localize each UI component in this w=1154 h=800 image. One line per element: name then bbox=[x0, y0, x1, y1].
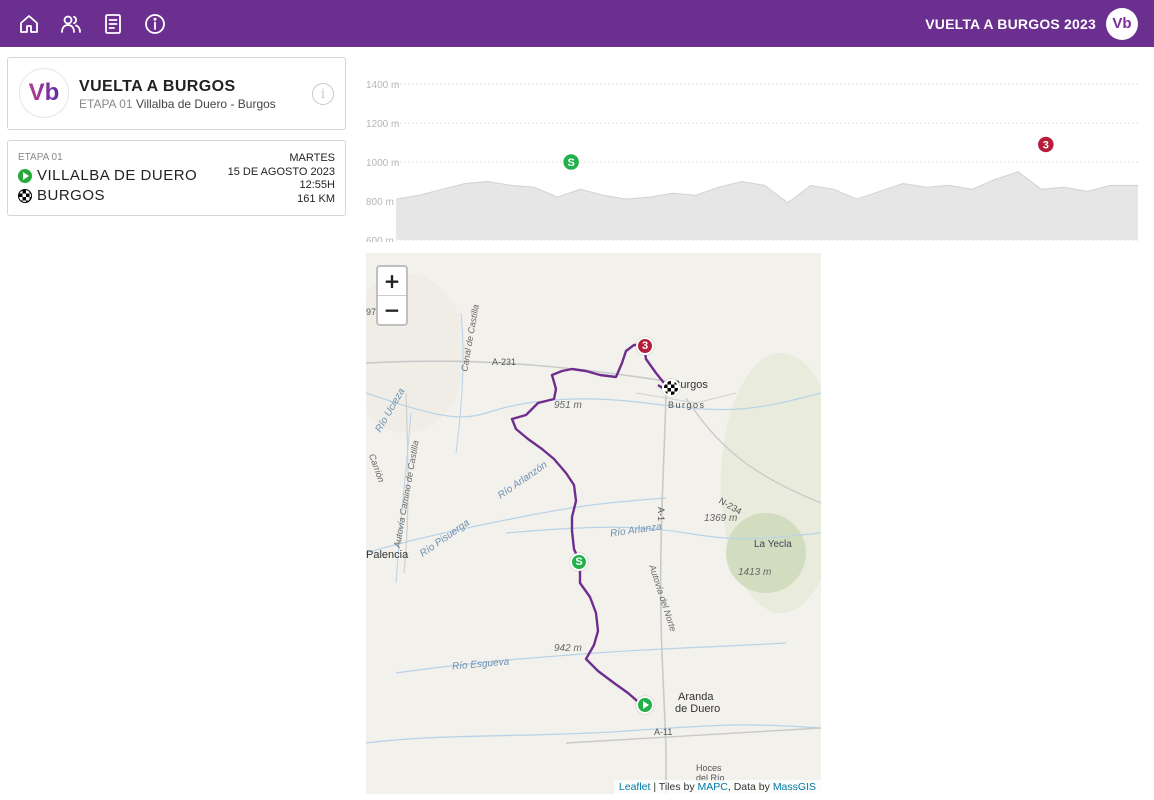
elevation-profile-svg: 1400 m 1200 m 1000 m 800 m 600 m S 3 bbox=[366, 80, 1138, 242]
attribution-text-1: | Tiles by bbox=[650, 781, 698, 793]
map-attribution: Leaflet | Tiles by MAPC, Data by MassGIS bbox=[613, 780, 821, 794]
zoom-out-button[interactable]: − bbox=[378, 295, 406, 323]
profile-tick-label: 1400 m bbox=[366, 80, 399, 91]
stage-label: ETAPA 01 bbox=[18, 152, 63, 163]
map-label-951: 951 m bbox=[554, 400, 582, 411]
map-label-palencia: Palencia bbox=[366, 549, 409, 561]
stage-meta: MARTES 15 DE AGOSTO 2023 12:55H 161 KM bbox=[228, 152, 335, 206]
leaflet-link[interactable]: Leaflet bbox=[619, 781, 651, 793]
stage-start: VILLALBA DE DUERO bbox=[18, 167, 197, 184]
start-play-icon bbox=[18, 168, 32, 183]
profile-tick-label: 1200 m bbox=[366, 119, 399, 130]
top-navigation-bar: VUELTA A BURGOS 2023 Vb bbox=[0, 0, 1154, 47]
map-label-942: 942 m bbox=[554, 643, 582, 654]
map-label-1413: 1413 m bbox=[738, 567, 772, 578]
mapc-link[interactable]: MAPC bbox=[698, 781, 728, 793]
race-name: VUELTA A BURGOS bbox=[79, 78, 236, 95]
profile-marker-label: 3 bbox=[1043, 139, 1049, 151]
info-icon[interactable] bbox=[141, 10, 169, 38]
race-info-button[interactable]: i bbox=[312, 83, 334, 105]
map-label-a231: A-231 bbox=[492, 357, 517, 367]
route-map[interactable]: Burgos Burgos Aranda de Duero Palencia L… bbox=[366, 253, 821, 794]
stage-date: 15 DE AGOSTO 2023 bbox=[227, 165, 335, 178]
stage-day: MARTES bbox=[289, 152, 335, 164]
start-play-icon bbox=[643, 701, 649, 709]
map-label-burgos-2: Burgos bbox=[668, 400, 706, 410]
finish-flag-marker[interactable] bbox=[662, 379, 680, 397]
map-label-a1: A-1 bbox=[656, 506, 667, 522]
sprint-marker[interactable]: S bbox=[570, 553, 588, 571]
elevation-profile-chart: 1400 m 1200 m 1000 m 800 m 600 m S 3 bbox=[366, 68, 1138, 242]
brand-title: VUELTA A BURGOS 2023 bbox=[925, 15, 1096, 32]
map-base bbox=[366, 273, 821, 794]
attribution-text-2: , Data by bbox=[727, 781, 773, 793]
map-label-la-yecla: La Yecla bbox=[754, 539, 792, 550]
zoom-control: + − bbox=[376, 265, 408, 326]
map-label-hoces: Hoces bbox=[696, 763, 722, 773]
map-label-1369: 1369 m bbox=[704, 513, 738, 524]
document-icon[interactable] bbox=[99, 10, 127, 38]
map-label-a11: A-11 bbox=[654, 727, 673, 737]
map-label-aranda: Aranda bbox=[678, 691, 714, 703]
massgis-link[interactable]: MassGIS bbox=[773, 781, 816, 793]
profile-tick-label: 800 m bbox=[366, 197, 394, 208]
race-header-card: Vb VUELTA A BURGOS ETAPA 01 Villalba de … bbox=[7, 57, 346, 130]
stage-time: 12:55H bbox=[299, 179, 335, 191]
stage-start-name: VILLALBA DE DUERO bbox=[37, 167, 198, 184]
race-stage-subtitle: ETAPA 01 Villalba de Duero - Burgos bbox=[79, 97, 276, 111]
map-label-de-duero: de Duero bbox=[675, 703, 721, 715]
brand: VUELTA A BURGOS 2023 Vb bbox=[925, 0, 1138, 47]
profile-marker-S[interactable]: S bbox=[561, 152, 581, 172]
start-marker[interactable] bbox=[636, 696, 654, 714]
profile-area bbox=[396, 171, 1138, 240]
profile-marker-label: S bbox=[567, 157, 574, 169]
profile-marker-3[interactable]: 3 bbox=[1036, 135, 1056, 154]
stage-details-card: ETAPA 01 VILLALBA DE DUERO BURGOS MARTES… bbox=[7, 140, 346, 216]
finish-flag-icon bbox=[18, 188, 32, 203]
stage-finish: BURGOS bbox=[18, 187, 105, 204]
race-logo: Vb bbox=[19, 68, 69, 118]
stage-route: Villalba de Duero - Burgos bbox=[135, 97, 276, 111]
profile-tick-label: 600 m bbox=[366, 236, 394, 242]
kom-marker[interactable]: 3 bbox=[636, 337, 654, 355]
zoom-in-button[interactable]: + bbox=[378, 267, 406, 295]
profile-tick-label: 1000 m bbox=[366, 158, 399, 169]
users-icon[interactable] bbox=[57, 10, 85, 38]
stage-finish-name: BURGOS bbox=[37, 187, 106, 204]
stage-distance: 161 KM bbox=[297, 192, 335, 205]
stage-number: ETAPA 01 bbox=[79, 97, 133, 111]
brand-logo[interactable]: Vb bbox=[1106, 7, 1138, 40]
home-icon[interactable] bbox=[15, 10, 43, 38]
